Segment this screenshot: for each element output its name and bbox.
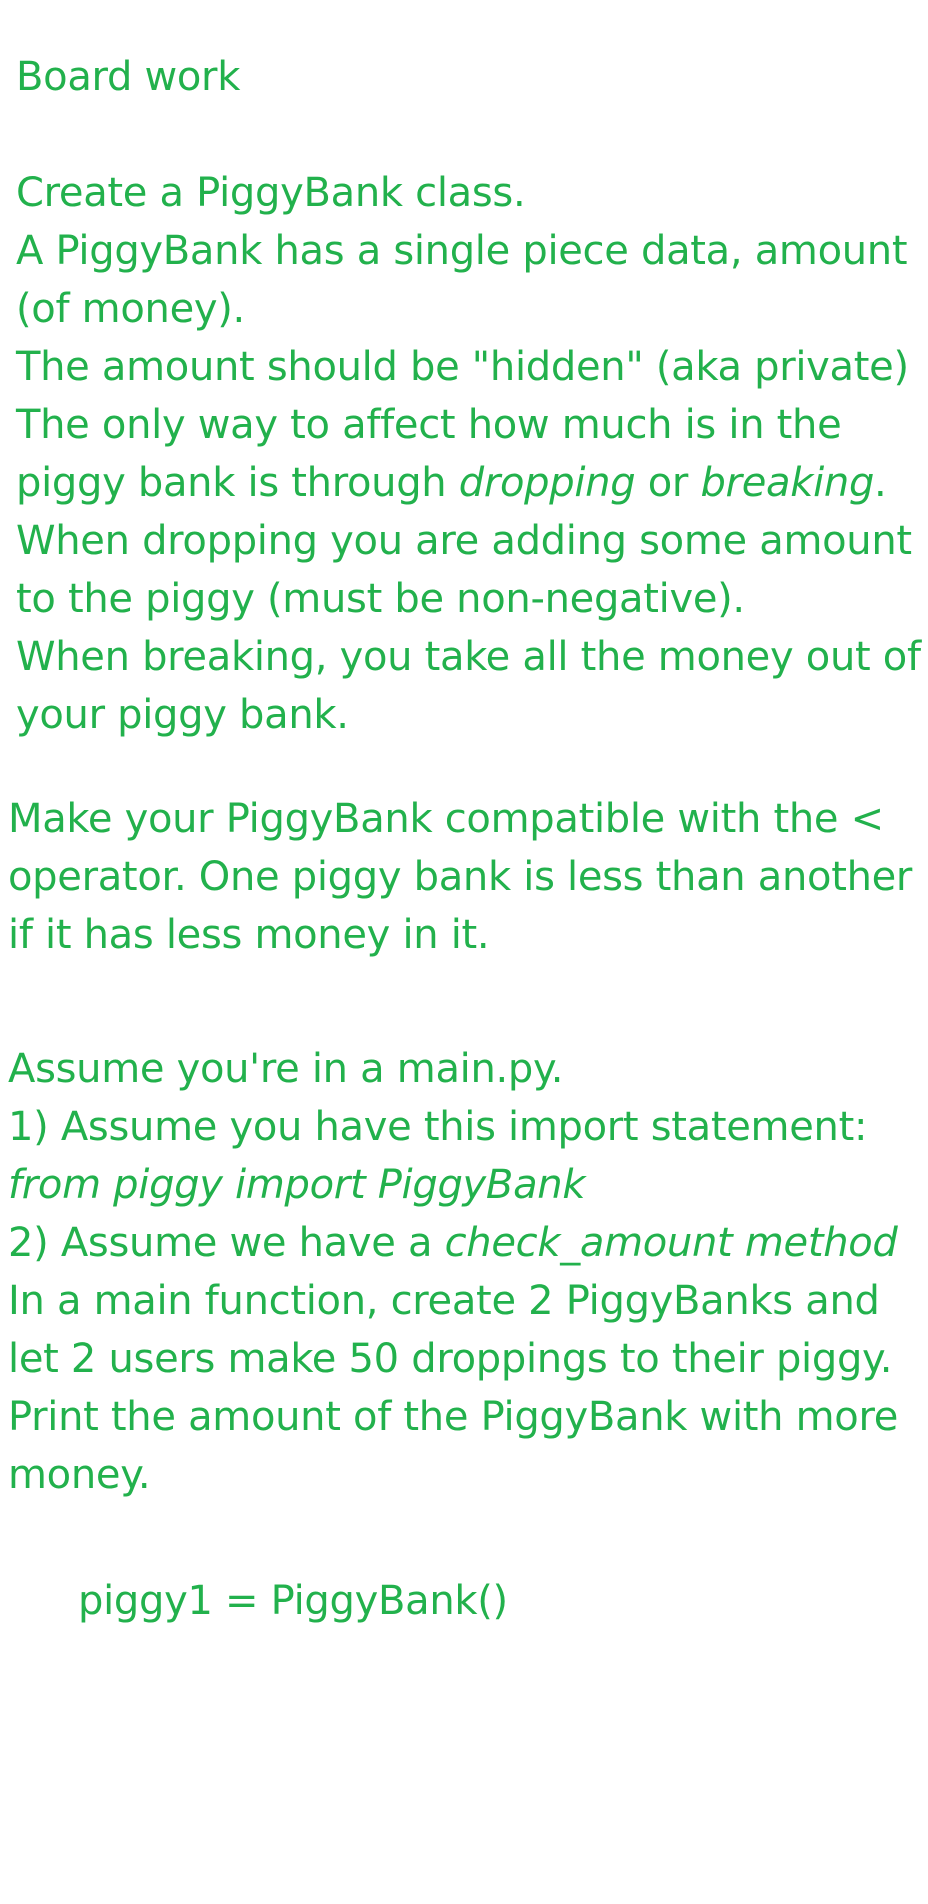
- text-line: let 2 users make 50 droppings to their p…: [8, 1336, 893, 1382]
- text-line: money.: [8, 1452, 151, 1498]
- text-segment: piggy bank is through: [16, 460, 459, 506]
- emphasis-method: check_amount method: [444, 1220, 898, 1266]
- code-line: piggy1 = PiggyBank(): [78, 1578, 508, 1624]
- emphasis-breaking: breaking: [700, 460, 875, 506]
- text-line: 1) Assume you have this import statement…: [8, 1104, 868, 1150]
- import-statement: from piggy import PiggyBank: [8, 1156, 586, 1214]
- text-segment: .: [874, 460, 887, 506]
- text-line: (of money).: [16, 286, 245, 332]
- text-line: Print the amount of the PiggyBank with m…: [8, 1394, 899, 1440]
- text-line: When dropping you are adding some amount: [16, 518, 912, 564]
- text-line: 2) Assume we have a check_amount method: [8, 1214, 898, 1272]
- text-segment: or: [635, 460, 701, 506]
- page-title: Board work: [16, 54, 241, 100]
- text-segment: 2) Assume we have a: [8, 1220, 445, 1266]
- text-line: Create a PiggyBank class.: [16, 170, 526, 216]
- text-line: The only way to affect how much is in th…: [16, 402, 842, 448]
- import-statement-text: from piggy import PiggyBank: [8, 1162, 586, 1208]
- text-line: if it has less money in it.: [8, 912, 490, 958]
- text-line: A PiggyBank has a single piece data, amo…: [16, 228, 908, 274]
- text-line: When breaking, you take all the money ou…: [16, 634, 921, 680]
- text-line: In a main function, create 2 PiggyBanks …: [8, 1278, 880, 1324]
- text-line: your piggy bank.: [16, 692, 349, 738]
- text-line: The amount should be "hidden" (aka priva…: [16, 344, 909, 390]
- text-line: piggy bank is through dropping or breaki…: [16, 454, 887, 512]
- text-line: Make your PiggyBank compatible with the …: [8, 796, 884, 842]
- text-line: Assume you're in a main.py.: [8, 1046, 564, 1092]
- text-line: operator. One piggy bank is less than an…: [8, 854, 913, 900]
- emphasis-dropping: dropping: [458, 460, 636, 506]
- text-line: to the piggy (must be non-negative).: [16, 576, 745, 622]
- board-work-page: { "colors": { "text": "#22b14c", "backgr…: [0, 0, 928, 1904]
